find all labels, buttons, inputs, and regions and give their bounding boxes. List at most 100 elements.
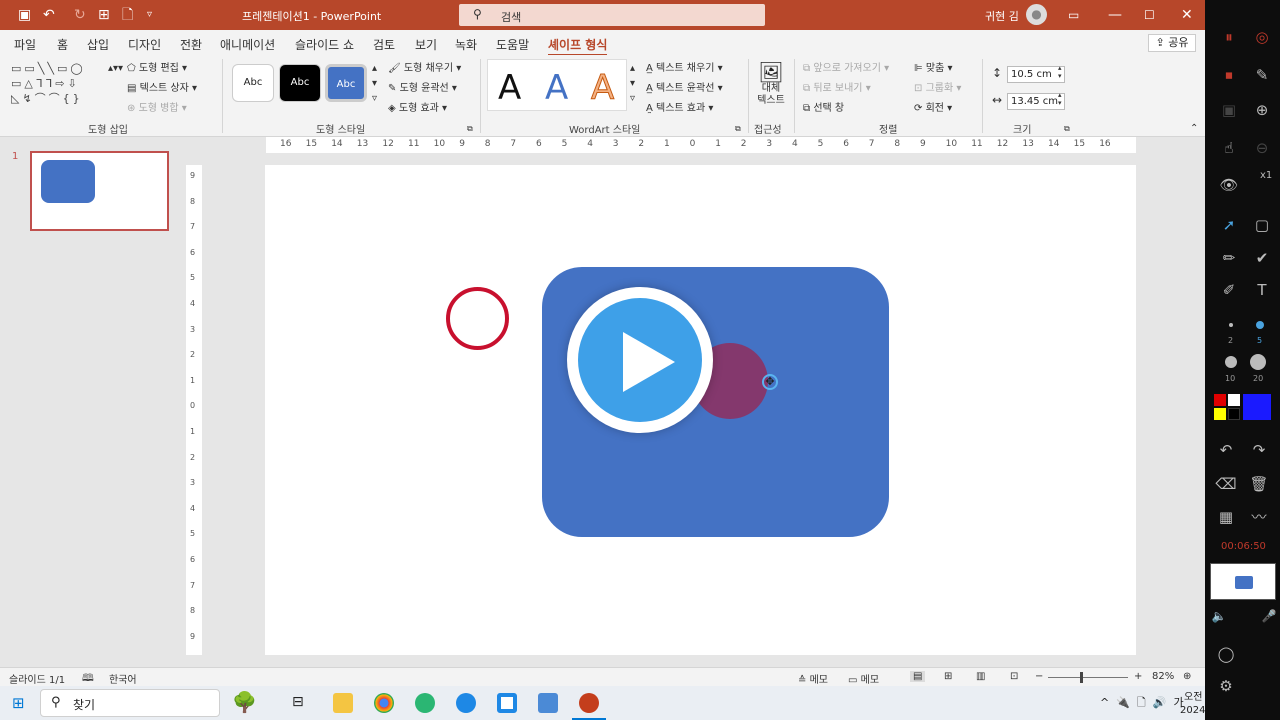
color-white[interactable]: [1228, 394, 1240, 406]
red-circle-shape[interactable]: [446, 287, 509, 350]
play-icon[interactable]: [567, 287, 713, 433]
hide-icon[interactable]: 👁: [1217, 175, 1241, 195]
powerpoint-icon[interactable]: [579, 693, 599, 713]
trash-icon[interactable]: 🗑: [1247, 474, 1271, 494]
start-from-beginning-icon[interactable]: ⊞: [98, 6, 110, 24]
height-spinner-icon[interactable]: ▴ ▾: [1058, 64, 1062, 80]
tab-file[interactable]: 파일: [14, 36, 36, 53]
style-black[interactable]: Abc: [279, 64, 321, 102]
color-red[interactable]: [1214, 394, 1226, 406]
slide-thumbnail[interactable]: [30, 151, 169, 231]
app-icon[interactable]: [456, 693, 476, 713]
speaker-mute-icon[interactable]: 🔈: [1207, 606, 1231, 626]
search-box[interactable]: ⚲ 검색: [459, 4, 765, 26]
wordart-gallery[interactable]: A A A: [487, 59, 627, 111]
wordart-blue[interactable]: A: [545, 68, 568, 108]
size-10-dot[interactable]: [1225, 356, 1237, 368]
wordart-orange[interactable]: A: [590, 68, 614, 109]
text-fill-button[interactable]: A̲ 텍스트 채우기 ▾: [646, 59, 723, 74]
share-button[interactable]: ⇪ 공유: [1148, 34, 1196, 52]
file-explorer-icon[interactable]: [333, 693, 353, 713]
tab-transitions[interactable]: 전환: [180, 36, 202, 53]
eraser-icon[interactable]: ⌫: [1214, 474, 1238, 494]
highlighter-icon[interactable]: ✐: [1217, 280, 1241, 300]
tab-record[interactable]: 녹화: [455, 36, 477, 53]
dialog-launcher-icon[interactable]: ⧉: [735, 124, 741, 134]
customize-qat-icon[interactable]: ▿: [147, 6, 152, 24]
normal-view-icon[interactable]: ▤: [910, 671, 926, 682]
shape-fill-button[interactable]: 🖌 도형 채우기 ▾: [388, 59, 461, 74]
dialog-launcher-icon[interactable]: ⧉: [1064, 124, 1070, 134]
comments-button[interactable]: ▭ 메모: [848, 671, 879, 686]
zoom-slider-thumb[interactable]: [1080, 672, 1083, 683]
rotate-button[interactable]: ⟳ 회전 ▾: [914, 99, 952, 114]
size-5-dot[interactable]: [1256, 321, 1264, 329]
zoom-out-icon[interactable]: −: [1035, 671, 1043, 682]
shape-outline-button[interactable]: ✎ 도형 윤곽선 ▾: [388, 79, 457, 94]
textbox-button[interactable]: ▤ 텍스트 상자 ▾: [127, 79, 197, 94]
redo-icon[interactable]: ↷: [1247, 440, 1271, 460]
new-file-icon[interactable]: 🗋: [122, 6, 133, 24]
size-2-dot[interactable]: [1229, 323, 1233, 327]
fit-slide-icon[interactable]: ⊕: [1183, 671, 1191, 682]
zoom-in-icon[interactable]: ⊕: [1250, 100, 1274, 120]
camera-icon[interactable]: ◎: [1250, 27, 1274, 47]
text-icon[interactable]: T: [1250, 280, 1274, 300]
selection-pane-button[interactable]: ⧉ 선택 창: [803, 99, 844, 114]
undo-icon[interactable]: ↶: [43, 6, 55, 24]
pause-icon[interactable]: ⏸: [1217, 27, 1241, 47]
stop-icon[interactable]: ⏹: [1217, 65, 1241, 85]
pencil-icon[interactable]: ✏: [1217, 248, 1241, 268]
user-name[interactable]: 귀현 김: [985, 8, 1019, 24]
width-field[interactable]: 13.45 cm: [1007, 93, 1065, 110]
color-black[interactable]: [1228, 408, 1240, 420]
zoom-in-icon[interactable]: +: [1134, 671, 1142, 682]
cursor-icon[interactable]: ➚: [1217, 215, 1241, 235]
tab-review[interactable]: 검토: [373, 36, 395, 53]
save-icon[interactable]: ▣: [18, 6, 31, 24]
microphone-icon[interactable]: 🎤: [1257, 606, 1280, 626]
notes-button[interactable]: ≙ 메모: [798, 671, 828, 686]
pip-icon[interactable]: ▣: [1217, 100, 1241, 120]
bring-forward-button[interactable]: ⧉ 앞으로 가져오기 ▾: [803, 59, 889, 74]
color-blue-selected[interactable]: [1243, 394, 1271, 420]
tab-home[interactable]: 홈: [57, 36, 68, 53]
tab-view[interactable]: 보기: [415, 36, 437, 53]
widget-tree-icon[interactable]: 🌳: [232, 690, 257, 714]
tab-shape-format[interactable]: 셰이프 형식: [548, 36, 608, 57]
style-blue[interactable]: Abc: [325, 64, 367, 102]
maximize-icon[interactable]: ☐: [1144, 6, 1155, 24]
reading-view-icon[interactable]: ▥: [976, 671, 985, 682]
clock-time[interactable]: 오전: [1184, 688, 1202, 703]
height-field[interactable]: 10.5 cm: [1007, 66, 1065, 83]
webcam-icon[interactable]: ◯: [1214, 644, 1238, 664]
style-gallery-scroll-icon[interactable]: ▴ ▾ ▿: [372, 61, 377, 106]
zoom-level[interactable]: 82%: [1152, 671, 1174, 682]
gallery-scroll-icon[interactable]: ▴▾▾: [108, 63, 123, 74]
color-yellow[interactable]: [1214, 408, 1226, 420]
windows-start-icon[interactable]: ⊞: [12, 694, 25, 712]
rectangle-icon[interactable]: ▢: [1250, 215, 1274, 235]
check-icon[interactable]: ✔: [1250, 248, 1274, 268]
minimize-icon[interactable]: —: [1108, 6, 1122, 24]
send-backward-button[interactable]: ⧉ 뒤로 보내기 ▾: [803, 79, 871, 94]
slideshow-icon[interactable]: ⊡: [1010, 671, 1018, 682]
width-spinner-icon[interactable]: ▴ ▾: [1058, 91, 1062, 107]
task-view-icon[interactable]: ⊟: [292, 694, 304, 710]
size-20-dot[interactable]: [1250, 354, 1266, 370]
shape-effects-button[interactable]: ◈ 도형 효과 ▾: [388, 99, 447, 114]
style-white[interactable]: Abc: [232, 64, 274, 102]
wordart-gallery-scroll-icon[interactable]: ▴ ▾ ▿: [630, 61, 635, 106]
taskbar-search[interactable]: ⚲ 찾기: [40, 689, 220, 717]
tab-animations[interactable]: 애니메이션: [220, 36, 275, 53]
pen-icon[interactable]: ✎: [1250, 65, 1274, 85]
group-button[interactable]: ⊡ 그룹화 ▾: [914, 79, 961, 94]
redo-icon[interactable]: ↻: [74, 6, 86, 24]
clock-date[interactable]: 2024-12-09: [1180, 705, 1205, 716]
text-effects-button[interactable]: A̰ 텍스트 효과 ▾: [646, 99, 713, 114]
undo-icon[interactable]: ↶: [1214, 440, 1238, 460]
whiteboard-icon[interactable]: ▦: [1214, 507, 1238, 527]
tab-design[interactable]: 디자인: [128, 36, 161, 53]
slide-sorter-icon[interactable]: ⊞: [944, 671, 952, 682]
collapse-ribbon-icon[interactable]: ⌃: [1190, 123, 1198, 134]
